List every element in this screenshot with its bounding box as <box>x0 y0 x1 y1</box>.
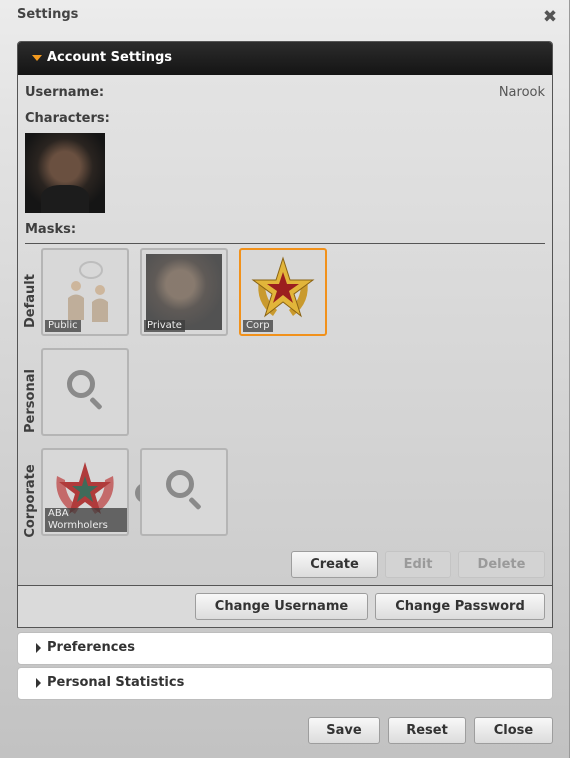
account-settings-body: Username: Narook Characters: Masks: Defa… <box>18 75 552 585</box>
close-button[interactable]: Close <box>474 717 553 744</box>
mask-public[interactable]: Public <box>41 248 129 336</box>
characters-label: Characters: <box>25 111 110 126</box>
preferences-section[interactable]: Preferences <box>17 632 553 665</box>
account-settings-footer: Change Username Change Password <box>18 585 552 627</box>
mask-caption: Corp <box>243 320 273 332</box>
mask-corp[interactable]: Corp <box>239 248 327 336</box>
search-icon-handle <box>188 496 202 511</box>
change-password-button[interactable]: Change Password <box>375 593 545 620</box>
search-icon <box>67 370 95 398</box>
mask-aba-wormholers[interactable]: ABA Wormholers <box>41 448 129 536</box>
settings-window: Settings ✖ Account Settings Username: Na… <box>0 0 570 758</box>
edit-button[interactable]: Edit <box>385 551 451 578</box>
mask-search-personal[interactable] <box>41 348 129 436</box>
mask-caption: Public <box>45 320 81 332</box>
group-label-default: Default <box>23 274 38 328</box>
collapsed-arrow-icon <box>36 643 41 653</box>
masks-label: Masks: <box>25 222 77 237</box>
masks-divider <box>25 243 545 244</box>
preferences-title: Preferences <box>47 640 135 655</box>
window-title: Settings <box>17 7 79 22</box>
expanded-arrow-icon <box>32 55 42 61</box>
username-label: Username: <box>25 85 105 100</box>
collapsed-arrow-icon <box>36 678 41 688</box>
close-icon[interactable]: ✖ <box>541 8 559 26</box>
mask-search-corporate[interactable] <box>140 448 228 536</box>
username-value: Narook <box>498 85 545 100</box>
account-settings-header[interactable]: Account Settings <box>18 42 552 75</box>
personal-statistics-title: Personal Statistics <box>47 675 185 690</box>
save-button[interactable]: Save <box>308 717 380 744</box>
search-icon <box>166 470 194 498</box>
character-portrait <box>146 254 222 330</box>
mask-caption: ABA Wormholers <box>45 508 127 532</box>
account-settings-panel: Account Settings Username: Narook Charac… <box>17 41 553 628</box>
mask-caption: Private <box>144 320 185 332</box>
character-portrait[interactable] <box>25 133 105 213</box>
search-icon-handle <box>89 396 103 411</box>
group-label-personal: Personal <box>23 369 38 433</box>
change-username-button[interactable]: Change Username <box>195 593 368 620</box>
mask-private[interactable]: Private <box>140 248 228 336</box>
personal-statistics-section[interactable]: Personal Statistics <box>17 667 553 700</box>
account-settings-title: Account Settings <box>47 50 173 65</box>
group-label-corporate: Corporate <box>23 464 38 538</box>
create-button[interactable]: Create <box>291 551 378 578</box>
reset-button[interactable]: Reset <box>388 717 466 744</box>
delete-button[interactable]: Delete <box>458 551 545 578</box>
